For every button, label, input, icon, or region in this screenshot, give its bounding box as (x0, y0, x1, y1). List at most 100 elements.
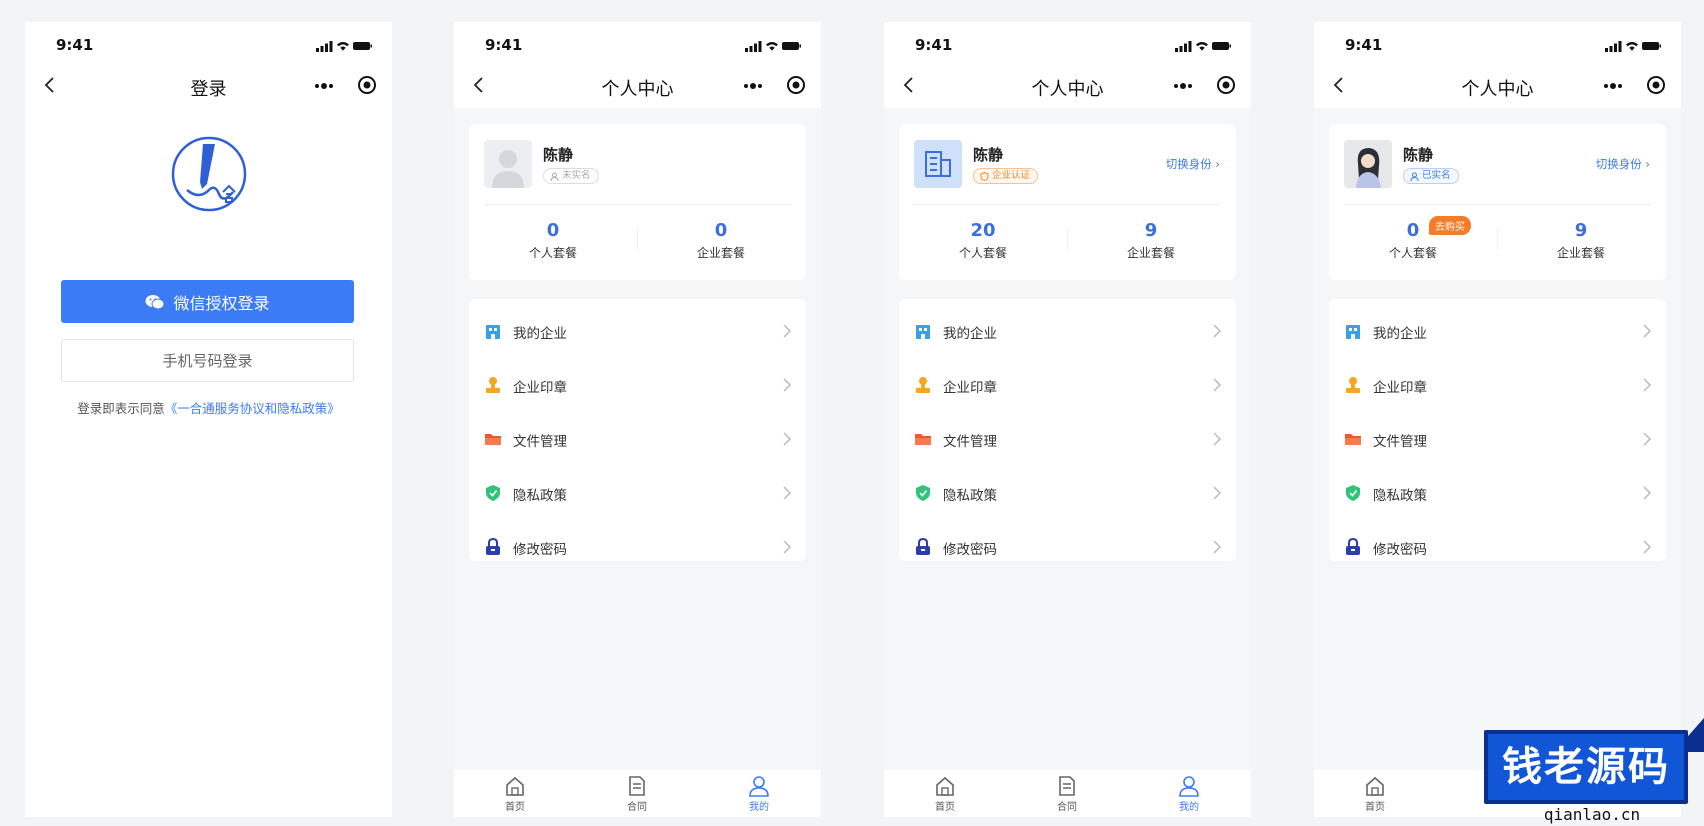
close-capsule-icon[interactable] (1215, 74, 1237, 96)
page-title: 个人中心 (1461, 79, 1534, 100)
stat-personal-packages[interactable]: 0 个人套餐 (1329, 220, 1497, 261)
menu-item-privacy-policy[interactable]: 隐私政策 (1329, 465, 1666, 519)
menu-item-change-password[interactable]: 修改密码 (899, 519, 1236, 573)
divider (484, 204, 791, 205)
shield-icon (486, 485, 500, 501)
more-icon[interactable] (1171, 76, 1195, 96)
stat-value: 20 (970, 220, 996, 241)
seal-icon (916, 377, 930, 393)
tab-label: 首页 (935, 802, 955, 813)
status-bar: 9:41 (25, 22, 392, 66)
menu-item-my-enterprise[interactable]: 我的企业 (469, 303, 806, 357)
menu-label: 隐私政策 (1373, 488, 1427, 504)
personal-center-screen-unverified: 9:41 个人中心 陈静 未实名 0 个人套餐 0 企业套餐 我的企业 企业印章… (454, 22, 821, 817)
status-bar: 9:41 (454, 22, 821, 66)
user-name: 陈静 (1403, 146, 1434, 164)
status-icons (745, 37, 801, 56)
user-name: 陈静 (973, 146, 1004, 164)
menu-label: 修改密码 (513, 542, 567, 558)
wechat-login-label: 微信授权登录 (173, 293, 270, 313)
page-title: 登录 (190, 79, 227, 100)
menu-item-file-management[interactable]: 文件管理 (1329, 411, 1666, 465)
tab-bar: 首页 合同 我的 (884, 770, 1251, 817)
building-icon (1346, 325, 1360, 339)
menu-item-privacy-policy[interactable]: 隐私政策 (469, 465, 806, 519)
status-badge: 已实名 (1403, 168, 1459, 184)
menu-item-my-enterprise[interactable]: 我的企业 (899, 303, 1236, 357)
tab-label: 合同 (1057, 802, 1077, 813)
more-icon[interactable] (741, 76, 765, 96)
navbar: 个人中心 (1314, 66, 1681, 108)
divider (1344, 204, 1651, 205)
stat-label: 个人套餐 (528, 246, 577, 260)
home-icon (1366, 776, 1384, 796)
tab-label: 首页 (505, 802, 525, 813)
stat-value: 0 (546, 220, 560, 241)
stat-enterprise-packages[interactable]: 9 企业套餐 (1067, 220, 1235, 261)
stat-personal-packages[interactable]: 20 个人套餐 (899, 220, 1067, 261)
tab-label: 我的 (1179, 802, 1199, 813)
chevron-right-icon (783, 378, 792, 392)
close-capsule-icon[interactable] (785, 74, 807, 96)
badge-label: 已实名 (1422, 170, 1451, 181)
menu-item-enterprise-seal[interactable]: 企业印章 (899, 357, 1236, 411)
stat-enterprise-packages[interactable]: 9 企业套餐 (1497, 220, 1665, 261)
menu-item-privacy-policy[interactable]: 隐私政策 (899, 465, 1236, 519)
tab-label: 我的 (749, 802, 769, 813)
stat-personal-packages[interactable]: 0 个人套餐 (469, 220, 637, 261)
menu-item-change-password[interactable]: 修改密码 (469, 519, 806, 573)
tab-home[interactable]: 首页 (1314, 775, 1436, 813)
menu-item-change-password[interactable]: 修改密码 (1329, 519, 1666, 573)
folder-icon (1345, 434, 1361, 445)
document-icon (629, 776, 645, 796)
default-avatar[interactable] (484, 140, 532, 188)
building-icon (916, 325, 930, 339)
switch-identity-link[interactable]: 切换身份 › (1166, 156, 1220, 172)
menu-item-file-management[interactable]: 文件管理 (899, 411, 1236, 465)
tab-mine[interactable]: 我的 (698, 775, 820, 813)
menu-label: 企业印章 (1373, 380, 1427, 396)
wechat-login-button[interactable]: 微信授权登录 (61, 280, 354, 323)
stat-value: 0 (1406, 220, 1420, 241)
status-icons (1175, 37, 1231, 56)
status-badge: 未实名 (543, 168, 599, 184)
status-time: 9:41 (56, 36, 94, 54)
more-icon[interactable] (312, 76, 336, 96)
menu-label: 我的企业 (513, 326, 567, 342)
close-capsule-icon[interactable] (356, 74, 378, 96)
phone-login-label: 手机号码登录 (162, 352, 253, 370)
home-icon (506, 776, 524, 796)
agreement-link[interactable]: 《一合通服务协议和隐私政策》 (165, 401, 340, 416)
tab-mine[interactable]: 我的 (1128, 775, 1250, 813)
stat-enterprise-packages[interactable]: 0 企业套餐 (637, 220, 805, 261)
user-badge-icon (1410, 172, 1419, 181)
user-photo-avatar[interactable] (1344, 140, 1392, 188)
phone-login-button[interactable]: 手机号码登录 (61, 339, 354, 382)
menu-item-file-management[interactable]: 文件管理 (469, 411, 806, 465)
status-icons (316, 37, 372, 56)
shield-badge-icon (980, 172, 989, 181)
menu-item-my-enterprise[interactable]: 我的企业 (1329, 303, 1666, 357)
page-title: 个人中心 (1031, 79, 1104, 100)
menu-item-enterprise-seal[interactable]: 企业印章 (1329, 357, 1666, 411)
menu-item-enterprise-seal[interactable]: 企业印章 (469, 357, 806, 411)
tab-contract[interactable]: 合同 (576, 775, 698, 813)
tab-contract[interactable]: 合同 (1006, 775, 1128, 813)
buy-tag-button[interactable]: 去购买 (1429, 216, 1471, 235)
tab-home[interactable]: 首页 (884, 775, 1006, 813)
seal-icon (486, 377, 500, 393)
switch-identity-link[interactable]: 切换身份 › (1596, 156, 1650, 172)
close-capsule-icon[interactable] (1645, 74, 1667, 96)
menu-label: 隐私政策 (943, 488, 997, 504)
watermark-site: qianlao.cn (1543, 805, 1641, 824)
more-icon[interactable] (1601, 76, 1625, 96)
menu-label: 隐私政策 (513, 488, 567, 504)
building-icon (486, 325, 500, 339)
enterprise-avatar[interactable] (914, 140, 962, 188)
menu-label: 我的企业 (943, 326, 997, 342)
tab-home[interactable]: 首页 (454, 775, 576, 813)
chevron-right-icon (1643, 486, 1652, 500)
chevron-right-icon (1643, 378, 1652, 392)
profile-card: 陈静 企业认证 切换身份 › 20 个人套餐 9 企业套餐 (899, 124, 1236, 280)
menu-card: 我的企业 企业印章 文件管理 隐私政策 修改密码 (899, 299, 1236, 561)
